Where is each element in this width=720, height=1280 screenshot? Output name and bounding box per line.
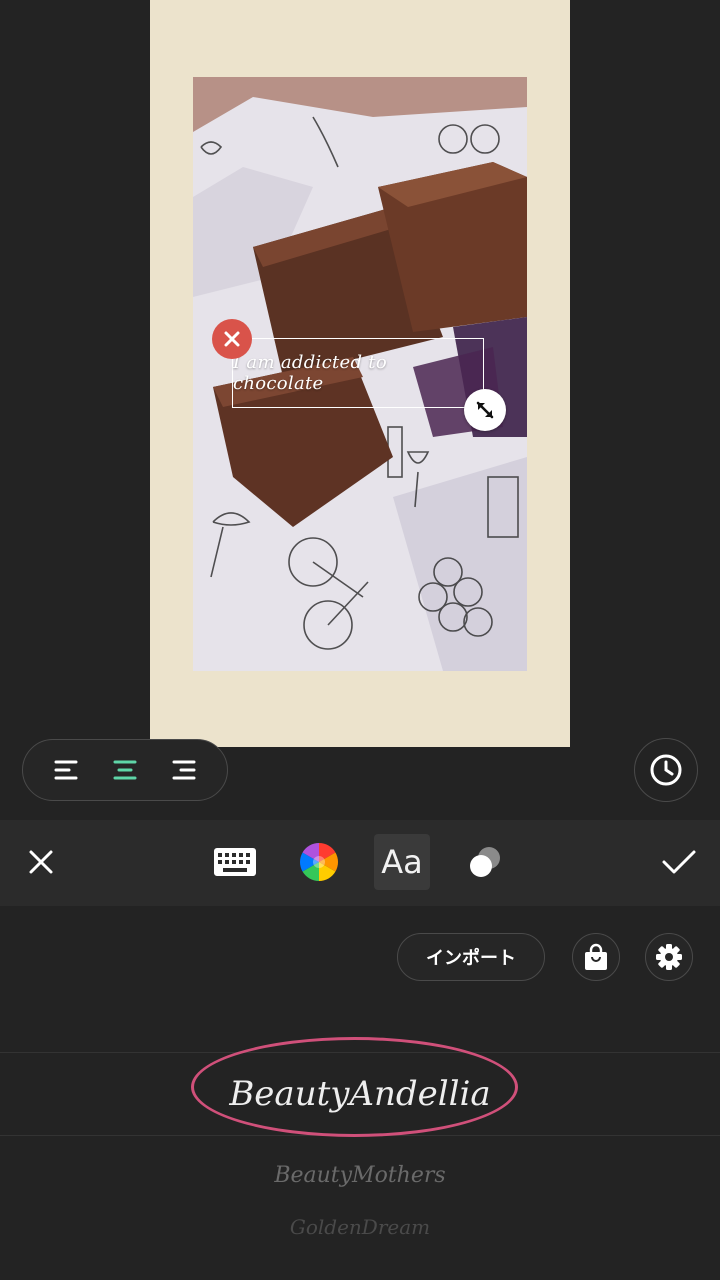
- text-overlay-box[interactable]: I am addicted to chocolate: [232, 338, 484, 408]
- blend-icon: [470, 847, 500, 877]
- confirm-button[interactable]: [652, 834, 706, 890]
- font-item-goldendream[interactable]: GoldenDream: [0, 1202, 720, 1252]
- cancel-button[interactable]: [16, 834, 66, 890]
- font-list: BeautyAndellia BeautyMothers GoldenDream: [0, 1052, 720, 1280]
- shopping-bag-icon: [585, 943, 607, 970]
- align-center-icon: [113, 760, 137, 780]
- settings-button[interactable]: [645, 933, 693, 981]
- history-button[interactable]: [634, 738, 698, 802]
- align-center-button[interactable]: [105, 750, 145, 790]
- clock-icon: [650, 754, 682, 786]
- blend-button[interactable]: [460, 834, 510, 890]
- delete-text-button[interactable]: [212, 319, 252, 359]
- color-button[interactable]: [294, 834, 344, 890]
- close-icon: [224, 331, 240, 347]
- close-icon: [29, 850, 53, 874]
- font-store-button[interactable]: [572, 933, 620, 981]
- font-options-row: インポート: [0, 906, 720, 1052]
- text-toolbar: Aa: [0, 820, 720, 906]
- canvas-area: I am addicted to chocolate: [0, 0, 720, 820]
- resize-arrows-icon: [476, 401, 494, 419]
- font-button[interactable]: Aa: [374, 834, 430, 890]
- font-icon: Aa: [381, 843, 423, 881]
- text-align-group: [22, 739, 228, 801]
- align-left-button[interactable]: [46, 750, 86, 790]
- resize-text-button[interactable]: [464, 389, 506, 431]
- gear-icon: [656, 944, 682, 970]
- color-wheel-icon: [300, 843, 338, 881]
- align-left-icon: [54, 760, 78, 780]
- import-button[interactable]: インポート: [397, 933, 545, 981]
- align-right-icon: [172, 760, 196, 780]
- keyboard-button[interactable]: [210, 834, 260, 890]
- keyboard-icon: [214, 848, 256, 876]
- align-right-button[interactable]: [164, 750, 204, 790]
- checkmark-icon: [662, 850, 696, 874]
- overlay-text: I am addicted to chocolate: [233, 352, 387, 394]
- font-item-beautyandellia[interactable]: BeautyAndellia: [0, 1052, 720, 1136]
- font-item-beautymothers[interactable]: BeautyMothers: [0, 1150, 720, 1200]
